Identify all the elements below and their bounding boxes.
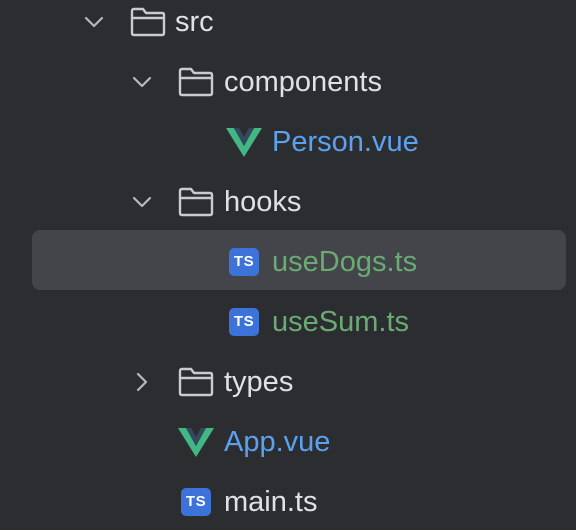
vue-icon: [178, 428, 214, 457]
tree-item-usedogs-ts[interactable]: TS useDogs.ts: [0, 232, 576, 292]
tree-item-label: types: [224, 366, 294, 398]
tree-item-label: App.vue: [224, 426, 331, 458]
vue-icon: [226, 128, 262, 157]
tree-item-label: Person.vue: [272, 126, 419, 158]
folder-icon: [178, 367, 214, 397]
typescript-icon: TS: [229, 248, 259, 276]
chevron-right-icon[interactable]: [130, 370, 154, 394]
tree-item-app-vue[interactable]: App.vue: [0, 412, 576, 472]
typescript-icon: TS: [181, 488, 211, 516]
tree-item-label: hooks: [224, 186, 302, 218]
tree-item-label: useSum.ts: [272, 306, 409, 338]
tree-item-types[interactable]: types: [0, 352, 576, 412]
tree-item-src[interactable]: src: [0, 0, 576, 52]
folder-icon: [130, 7, 166, 37]
tree-item-label: components: [224, 66, 382, 98]
tree-item-components[interactable]: components: [0, 52, 576, 112]
chevron-down-icon[interactable]: [82, 10, 106, 34]
project-file-tree: src components Person.vue hooks TS useDo…: [0, 0, 576, 530]
tree-item-label: useDogs.ts: [272, 246, 418, 278]
typescript-icon: TS: [229, 308, 259, 336]
tree-item-label: main.ts: [224, 486, 318, 518]
chevron-down-icon[interactable]: [130, 190, 154, 214]
tree-item-label: src: [175, 6, 214, 38]
chevron-down-icon[interactable]: [130, 70, 154, 94]
tree-item-main-ts[interactable]: TS main.ts: [0, 472, 576, 530]
tree-item-hooks[interactable]: hooks: [0, 172, 576, 232]
tree-item-person-vue[interactable]: Person.vue: [0, 112, 576, 172]
tree-item-usesum-ts[interactable]: TS useSum.ts: [0, 292, 576, 352]
folder-icon: [178, 67, 214, 97]
folder-icon: [178, 187, 214, 217]
